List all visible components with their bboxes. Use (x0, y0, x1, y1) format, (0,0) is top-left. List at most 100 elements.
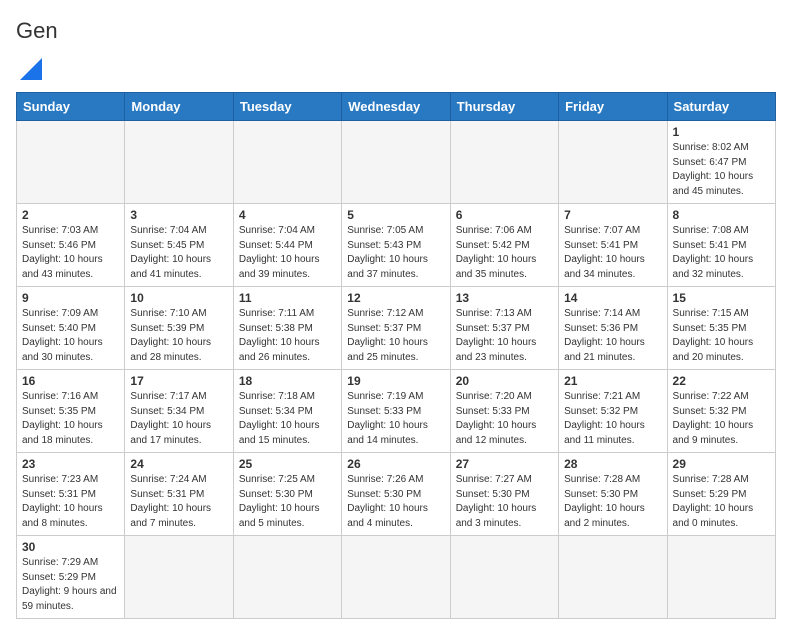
calendar-day-cell: 21Sunrise: 7:21 AM Sunset: 5:32 PM Dayli… (559, 370, 667, 453)
day-number: 3 (130, 208, 227, 222)
day-number: 27 (456, 457, 553, 471)
calendar-day-cell: 10 Sunrise: 7:10 AM Sunset: 5:39 PM Dayli… (125, 287, 233, 370)
day-info: Sunrise: 7:29 AM Sunset: 5:29 PM Dayligh… (22, 556, 119, 614)
logo-triangle-icon (20, 58, 42, 80)
day-info: Sunrise: 7:10 AM Sunset: 5:39 PM Dayligh… (130, 307, 227, 365)
calendar-day-cell: 17 Sunrise: 7:17 AM Sunset: 5:34 PM Dayli… (125, 370, 233, 453)
logo-icon: General Blue (16, 16, 58, 54)
calendar-day-cell: 8 Sunrise: 7:08 AM Sunset: 5:41 PM Daylig… (667, 204, 775, 287)
calendar-day-cell (342, 121, 450, 204)
day-info: Sunrise: 7:04 AM Sunset: 5:45 PM Dayligh… (130, 224, 227, 282)
header: General Blue (16, 16, 776, 80)
calendar-day-cell: 29Sunrise: 7:28 AM Sunset: 5:29 PM Dayli… (667, 453, 775, 536)
calendar-day-cell: 28Sunrise: 7:28 AM Sunset: 5:30 PM Dayli… (559, 453, 667, 536)
day-info: Sunrise: 7:28 AM Sunset: 5:29 PM Dayligh… (673, 473, 770, 531)
weekday-header-thursday: Thursday (450, 93, 558, 121)
day-number: 6 (456, 208, 553, 222)
calendar-week-row-5: 30Sunrise: 7:29 AM Sunset: 5:29 PM Dayli… (17, 536, 776, 619)
day-info: Sunrise: 7:26 AM Sunset: 5:30 PM Dayligh… (347, 473, 444, 531)
day-number: 19 (347, 374, 444, 388)
day-number: 10 (130, 291, 227, 305)
calendar-day-cell: 3 Sunrise: 7:04 AM Sunset: 5:45 PM Daylig… (125, 204, 233, 287)
day-info: Sunrise: 7:15 AM Sunset: 5:35 PM Dayligh… (673, 307, 770, 365)
day-info: Sunrise: 7:25 AM Sunset: 5:30 PM Dayligh… (239, 473, 336, 531)
day-info: Sunrise: 7:19 AM Sunset: 5:33 PM Dayligh… (347, 390, 444, 448)
calendar-table: SundayMondayTuesdayWednesdayThursdayFrid… (16, 92, 776, 619)
calendar-day-cell: 14 Sunrise: 7:14 AM Sunset: 5:36 PM Dayli… (559, 287, 667, 370)
day-number: 1 (673, 125, 770, 139)
calendar-day-cell: 7 Sunrise: 7:07 AM Sunset: 5:41 PM Daylig… (559, 204, 667, 287)
day-info: Sunrise: 7:05 AM Sunset: 5:43 PM Dayligh… (347, 224, 444, 282)
calendar-day-cell: 24Sunrise: 7:24 AM Sunset: 5:31 PM Dayli… (125, 453, 233, 536)
calendar-day-cell: 1 Sunrise: 8:02 AM Sunset: 6:47 PM Daylig… (667, 121, 775, 204)
calendar-day-cell: 6 Sunrise: 7:06 AM Sunset: 5:42 PM Daylig… (450, 204, 558, 287)
calendar-day-cell: 13Sunrise: 7:13 AM Sunset: 5:37 PM Dayli… (450, 287, 558, 370)
day-info: Sunrise: 7:24 AM Sunset: 5:31 PM Dayligh… (130, 473, 227, 531)
calendar-day-cell: 16 Sunrise: 7:16 AM Sunset: 5:35 PM Dayli… (17, 370, 125, 453)
day-info: Sunrise: 7:06 AM Sunset: 5:42 PM Dayligh… (456, 224, 553, 282)
day-info: Sunrise: 8:02 AM Sunset: 6:47 PM Dayligh… (673, 141, 770, 199)
day-number: 5 (347, 208, 444, 222)
day-info: Sunrise: 7:14 AM Sunset: 5:36 PM Dayligh… (564, 307, 661, 365)
calendar-day-cell (450, 536, 558, 619)
day-info: Sunrise: 7:12 AM Sunset: 5:37 PM Dayligh… (347, 307, 444, 365)
calendar-day-cell (450, 121, 558, 204)
day-number: 9 (22, 291, 119, 305)
calendar-day-cell (559, 536, 667, 619)
day-number: 15 (673, 291, 770, 305)
day-number: 16 (22, 374, 119, 388)
day-info: Sunrise: 7:23 AM Sunset: 5:31 PM Dayligh… (22, 473, 119, 531)
day-number: 8 (673, 208, 770, 222)
day-number: 7 (564, 208, 661, 222)
day-info: Sunrise: 7:20 AM Sunset: 5:33 PM Dayligh… (456, 390, 553, 448)
calendar-day-cell: 9 Sunrise: 7:09 AM Sunset: 5:40 PM Daylig… (17, 287, 125, 370)
calendar-day-cell: 4Sunrise: 7:04 AM Sunset: 5:44 PM Daylig… (233, 204, 341, 287)
day-info: Sunrise: 7:08 AM Sunset: 5:41 PM Dayligh… (673, 224, 770, 282)
calendar-day-cell (559, 121, 667, 204)
day-number: 18 (239, 374, 336, 388)
calendar-day-cell: 19 Sunrise: 7:19 AM Sunset: 5:33 PM Dayli… (342, 370, 450, 453)
calendar-day-cell: 2Sunrise: 7:03 AM Sunset: 5:46 PM Daylig… (17, 204, 125, 287)
day-number: 2 (22, 208, 119, 222)
day-info: Sunrise: 7:11 AM Sunset: 5:38 PM Dayligh… (239, 307, 336, 365)
weekday-header-tuesday: Tuesday (233, 93, 341, 121)
day-info: Sunrise: 7:09 AM Sunset: 5:40 PM Dayligh… (22, 307, 119, 365)
calendar-day-cell: 27 Sunrise: 7:27 AM Sunset: 5:30 PM Dayli… (450, 453, 558, 536)
calendar-day-cell: 26Sunrise: 7:26 AM Sunset: 5:30 PM Dayli… (342, 453, 450, 536)
calendar-day-cell: 25Sunrise: 7:25 AM Sunset: 5:30 PM Dayli… (233, 453, 341, 536)
day-info: Sunrise: 7:22 AM Sunset: 5:32 PM Dayligh… (673, 390, 770, 448)
day-info: Sunrise: 7:28 AM Sunset: 5:30 PM Dayligh… (564, 473, 661, 531)
day-info: Sunrise: 7:18 AM Sunset: 5:34 PM Dayligh… (239, 390, 336, 448)
day-number: 14 (564, 291, 661, 305)
svg-text:General: General (16, 18, 58, 43)
day-number: 11 (239, 291, 336, 305)
day-number: 22 (673, 374, 770, 388)
day-number: 12 (347, 291, 444, 305)
day-info: Sunrise: 7:27 AM Sunset: 5:30 PM Dayligh… (456, 473, 553, 531)
calendar-day-cell (233, 536, 341, 619)
day-info: Sunrise: 7:16 AM Sunset: 5:35 PM Dayligh… (22, 390, 119, 448)
weekday-header-row: SundayMondayTuesdayWednesdayThursdayFrid… (17, 93, 776, 121)
calendar-day-cell (342, 536, 450, 619)
calendar-day-cell: 11 Sunrise: 7:11 AM Sunset: 5:38 PM Dayli… (233, 287, 341, 370)
weekday-header-friday: Friday (559, 93, 667, 121)
calendar-day-cell: 18 Sunrise: 7:18 AM Sunset: 5:34 PM Dayli… (233, 370, 341, 453)
day-number: 23 (22, 457, 119, 471)
calendar-day-cell (17, 121, 125, 204)
day-info: Sunrise: 7:07 AM Sunset: 5:41 PM Dayligh… (564, 224, 661, 282)
calendar-week-row-1: 2Sunrise: 7:03 AM Sunset: 5:46 PM Daylig… (17, 204, 776, 287)
day-info: Sunrise: 7:17 AM Sunset: 5:34 PM Dayligh… (130, 390, 227, 448)
calendar-day-cell: 30Sunrise: 7:29 AM Sunset: 5:29 PM Dayli… (17, 536, 125, 619)
day-info: Sunrise: 7:21 AM Sunset: 5:32 PM Dayligh… (564, 390, 661, 448)
day-number: 17 (130, 374, 227, 388)
calendar-day-cell (667, 536, 775, 619)
calendar-week-row-0: 1 Sunrise: 8:02 AM Sunset: 6:47 PM Daylig… (17, 121, 776, 204)
calendar-day-cell: 20 Sunrise: 7:20 AM Sunset: 5:33 PM Dayli… (450, 370, 558, 453)
weekday-header-wednesday: Wednesday (342, 93, 450, 121)
weekday-header-saturday: Saturday (667, 93, 775, 121)
calendar-day-cell: 22 Sunrise: 7:22 AM Sunset: 5:32 PM Dayli… (667, 370, 775, 453)
calendar-day-cell: 15 Sunrise: 7:15 AM Sunset: 5:35 PM Dayli… (667, 287, 775, 370)
weekday-header-monday: Monday (125, 93, 233, 121)
day-info: Sunrise: 7:04 AM Sunset: 5:44 PM Dayligh… (239, 224, 336, 282)
day-number: 20 (456, 374, 553, 388)
